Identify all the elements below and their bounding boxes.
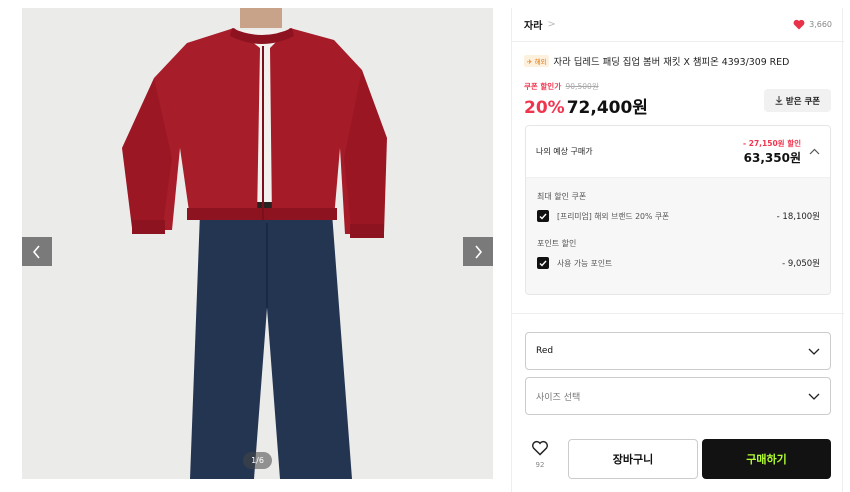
chevron-down-icon [808,393,820,400]
checkmark-icon [539,260,547,267]
coupon-line-item: [프리미엄] 해외 브랜드 20% 쿠폰 - 18,100원 [537,210,820,222]
download-icon [775,96,783,105]
product-title: 자라 딥레드 패딩 집업 봄버 재킷 X 챔피온 4393/309 RED [553,57,790,68]
estimated-price-summary: - 27,150원 할인 63,350원 [743,138,801,166]
purchase-actions: 92 장바구니 구매하기 [512,438,844,480]
chevron-right-icon [475,244,483,259]
divider [512,313,844,314]
chevron-left-icon [32,244,40,259]
product-photo [22,8,493,479]
overseas-badge-label: 해외 [534,58,547,66]
chevron-right-icon: > [547,19,556,30]
point-group-title: 포인트 할인 [537,239,577,248]
color-select-value: Red [536,346,554,356]
overseas-badge: ✈ 해외 [524,55,550,67]
point-item-amount: - 9,050원 [782,259,820,269]
estimated-price-box: 나의 예상 구매가 - 27,150원 할인 63,350원 최대 할인 쿠폰 … [525,125,831,295]
coupon-item-label: [프리미엄] 해외 브랜드 20% 쿠폰 [557,211,670,221]
original-price: 90,500원 [565,82,599,91]
coupon-checkbox[interactable] [537,210,549,222]
discount-rate: 20% [524,98,565,118]
estimated-price-header[interactable]: 나의 예상 구매가 - 27,150원 할인 63,350원 [526,126,830,178]
point-item-label: 사용 가능 포인트 [557,258,613,268]
brand-like-button[interactable]: 3,660 [793,19,832,30]
wishlist-button[interactable]: 92 [530,440,550,469]
chevron-down-icon [808,348,820,355]
point-checkbox[interactable] [537,257,549,269]
coupon-group-title: 최대 할인 쿠폰 [537,192,587,201]
buy-now-button[interactable]: 구매하기 [702,439,831,479]
brand-name-link[interactable]: 자라 [524,17,542,32]
wishlist-count: 92 [535,461,545,469]
checkmark-icon [539,213,547,220]
product-page: 1/6 자라 > 3,660 ✈ 해외 자라 딥레드 패딩 집업 봄버 재킷 X… [0,0,850,492]
point-line-item: 사용 가능 포인트 - 9,050원 [537,257,820,269]
color-select[interactable]: Red [525,332,831,370]
estimated-savings: - 27,150원 할인 [743,138,801,148]
received-coupon-button[interactable]: 받은 쿠폰 [764,89,831,112]
coupon-item-amount: - 18,100원 [776,212,820,222]
add-to-cart-button[interactable]: 장바구니 [568,439,698,479]
size-select[interactable]: 사이즈 선택 [525,377,831,415]
product-title-row: ✈ 해외 자라 딥레드 패딩 집업 봄버 재킷 X 챔피온 4393/309 R… [524,54,836,68]
coupon-price-tag: 쿠폰 할인가 [524,82,562,91]
brand-row: 자라 > 3,660 [512,8,844,42]
image-counter: 1/6 [243,452,272,469]
heart-outline-icon [532,440,548,456]
heart-icon [793,19,805,30]
product-image-gallery[interactable]: 1/6 [22,8,493,479]
estimated-price-label: 나의 예상 구매가 [536,147,593,156]
estimated-price: 63,350원 [743,150,801,165]
price-line: 20% 72,400원 [524,93,648,118]
received-coupon-label: 받은 쿠폰 [785,96,821,107]
like-count: 3,660 [809,20,832,29]
sale-price: 72,400원 [566,98,648,118]
size-select-placeholder: 사이즈 선택 [536,392,581,403]
coupon-price-line: 쿠폰 할인가 90,500원 [524,81,599,92]
product-info-panel: 자라 > 3,660 ✈ 해외 자라 딥레드 패딩 집업 봄버 재킷 X 챔피온… [511,8,844,492]
estimated-price-details: 최대 할인 쿠폰 [프리미엄] 해외 브랜드 20% 쿠폰 - 18,100원 … [526,178,830,294]
next-image-button[interactable] [463,237,493,266]
chevron-up-icon[interactable] [809,148,820,155]
prev-image-button[interactable] [22,237,52,266]
